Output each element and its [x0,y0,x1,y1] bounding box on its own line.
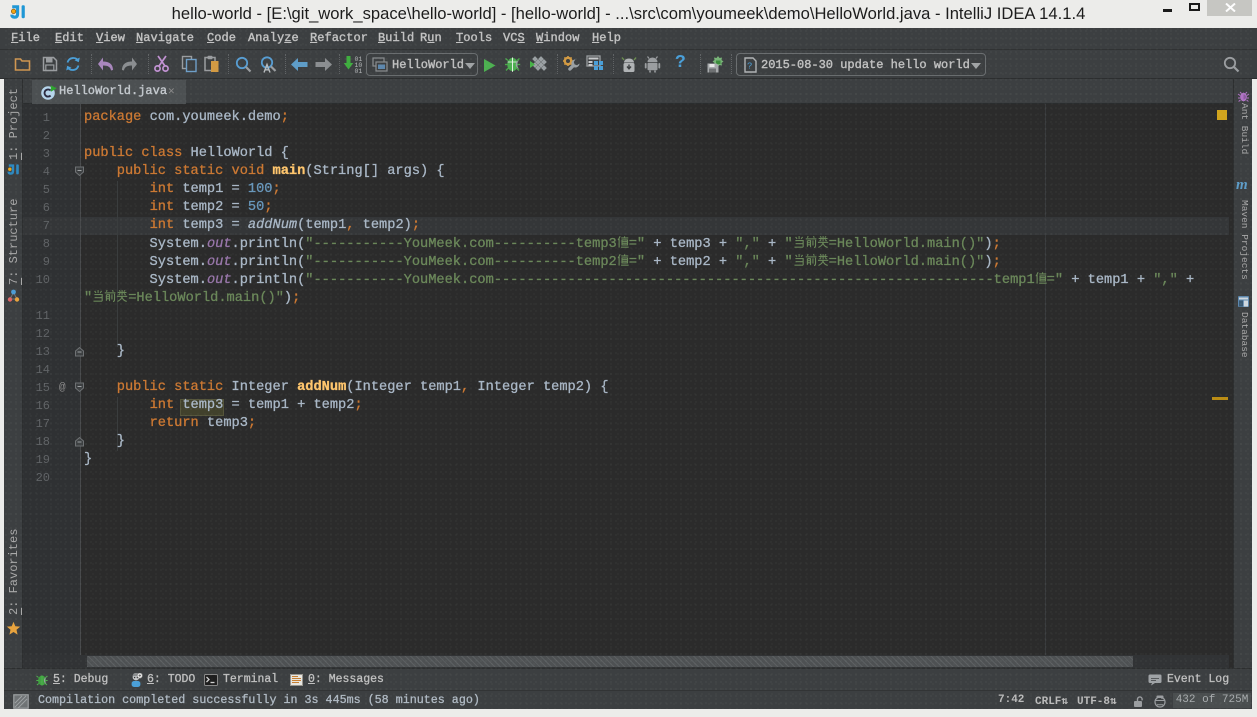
svg-text:01: 01 [355,68,363,74]
svg-text:?: ? [747,62,752,72]
